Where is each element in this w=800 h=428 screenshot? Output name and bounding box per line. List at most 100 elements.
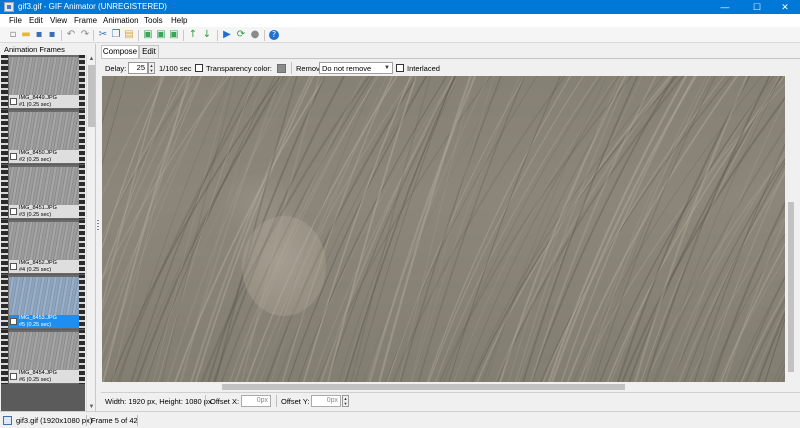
film-strip-right: [79, 330, 85, 384]
horizontal-scrollbar[interactable]: [102, 382, 785, 392]
window-title: gif3.gif - GIF Animator (UNREGISTERED): [18, 2, 167, 11]
menu-help[interactable]: Help: [171, 16, 187, 26]
insert-frame-icon[interactable]: ▣: [155, 28, 167, 41]
panel-splitter[interactable]: [96, 44, 101, 412]
status-bar: gif3.gif (1920x1080 px) Frame 5 of 42: [0, 411, 800, 428]
frame-checkbox[interactable]: [10, 373, 17, 380]
paste-icon[interactable]: ▤: [123, 28, 135, 41]
toolbar: ▫ ▬ ▪ ▪ ↶ ↷ ✂ ❐ ▤ ▣ ▣ ▣ ↑ ↓ ▶ ⟳ ●?: [0, 27, 800, 43]
open-folder-icon[interactable]: ▬: [20, 28, 32, 41]
surface-mark: [242, 216, 326, 316]
offset-x-input[interactable]: 0px: [241, 395, 271, 407]
save-icon[interactable]: ▪: [33, 28, 45, 41]
frames-scrollbar[interactable]: ▲ ▼: [86, 55, 95, 412]
offset-x-label: Offset X:: [210, 397, 240, 406]
play-icon[interactable]: ▶: [221, 28, 233, 41]
menu-frame[interactable]: Frame: [74, 16, 97, 26]
minimize-button[interactable]: —: [710, 0, 740, 14]
delay-spinner[interactable]: ▲ ▼: [148, 62, 155, 74]
film-strip-left: [1, 275, 8, 329]
menu-file[interactable]: File: [9, 16, 22, 26]
frame-item[interactable]: IMG_8454.JPG #6 (0.25 sec): [1, 330, 85, 384]
redo-icon[interactable]: ↷: [79, 28, 91, 41]
interlaced-checkbox[interactable]: [396, 64, 404, 72]
frame-duration: #3 (0.25 sec): [19, 211, 52, 218]
menu-edit[interactable]: Edit: [29, 16, 43, 26]
frame-thumbnail: [9, 277, 79, 315]
menu-animation[interactable]: Animation: [103, 16, 139, 26]
film-strip-right: [79, 165, 85, 219]
new-icon[interactable]: ▫: [7, 28, 19, 41]
transparency-checkbox[interactable]: [195, 64, 203, 72]
frame-checkbox[interactable]: [10, 318, 17, 325]
menu-bar: File Edit View Frame Animation Tools Hel…: [0, 14, 800, 27]
frame-checkbox[interactable]: [10, 208, 17, 215]
close-button[interactable]: ✕: [770, 0, 800, 14]
splitter-grip-icon: [97, 220, 99, 232]
film-strip-left: [1, 330, 8, 384]
frame-checkbox[interactable]: [10, 153, 17, 160]
tab-compose[interactable]: Compose: [101, 45, 139, 58]
move-down-icon[interactable]: ↓: [201, 28, 213, 41]
maximize-button[interactable]: ☐: [742, 0, 772, 14]
texture-streak: [362, 76, 506, 382]
texture-streak: [494, 76, 674, 382]
undo-icon[interactable]: ↶: [65, 28, 77, 41]
frame-duration: #5 (0.25 sec): [19, 321, 52, 328]
editor-tabs: Compose Edit: [101, 45, 800, 58]
frame-duration: #2 (0.25 sec): [19, 156, 52, 163]
frame-preview-canvas[interactable]: [102, 76, 785, 382]
frame-checkbox[interactable]: [10, 98, 17, 105]
transparency-color-swatch[interactable]: [277, 64, 286, 73]
delete-frame-icon[interactable]: ▣: [168, 28, 180, 41]
texture-streak: [453, 76, 617, 382]
texture-streak: [711, 200, 785, 382]
horizontal-scroll-thumb[interactable]: [222, 384, 625, 390]
frame-item[interactable]: IMG_8451.JPG #3 (0.25 sec): [1, 165, 85, 219]
options-divider: [291, 62, 292, 74]
toolbar-separator: [217, 30, 218, 41]
frame-item[interactable]: IMG_8450.JPG #2 (0.25 sec): [1, 110, 85, 164]
frames-panel-title: Animation Frames: [4, 45, 65, 54]
delay-input[interactable]: 25: [128, 62, 148, 74]
loop-icon[interactable]: ⟳: [235, 28, 247, 41]
frame-item[interactable]: IMG_8452.JPG #4 (0.25 sec): [1, 220, 85, 274]
offset-y-spinner[interactable]: ▲ ▼: [342, 395, 349, 407]
gif-file-icon: [3, 416, 12, 425]
delay-label: Delay:: [105, 64, 127, 73]
menu-view[interactable]: View: [50, 16, 67, 26]
scroll-up-icon[interactable]: ▲: [87, 55, 96, 64]
copy-icon[interactable]: ❐: [110, 28, 122, 41]
frame-checkbox[interactable]: [10, 263, 17, 270]
add-frame-icon[interactable]: ▣: [142, 28, 154, 41]
offset-y-input[interactable]: 0px: [311, 395, 341, 407]
save-as-icon[interactable]: ▪: [46, 28, 58, 41]
app-icon: [4, 2, 14, 12]
tab-edit[interactable]: Edit: [139, 45, 159, 58]
title-bar: gif3.gif - GIF Animator (UNREGISTERED) —…: [0, 0, 800, 14]
menu-tools[interactable]: Tools: [144, 16, 163, 26]
cut-icon[interactable]: ✂: [97, 28, 109, 41]
frame-item[interactable]: IMG_8453.JPG #5 (0.25 sec): [1, 275, 85, 329]
toolbar-separator: [138, 30, 139, 41]
frame-thumbnail: [9, 57, 79, 95]
frame-thumbnail: [9, 332, 79, 370]
toolbar-separator: [61, 30, 62, 41]
removal-dropdown[interactable]: Do not remove ▼: [319, 62, 393, 74]
frame-thumbnail: [9, 112, 79, 150]
toolbar-separator: [93, 30, 94, 41]
film-strip-left: [1, 55, 8, 109]
film-strip-left: [1, 110, 8, 164]
frame-item[interactable]: IMG_8449.JPG #1 (0.25 sec): [1, 55, 85, 109]
frames-scroll-thumb[interactable]: [88, 65, 95, 127]
frames-panel: Animation Frames IMG_8449.JPG #1 (0.25 se…: [0, 44, 96, 412]
frame-duration: #4 (0.25 sec): [19, 266, 52, 273]
frame-thumbnail: [9, 167, 79, 205]
frame-duration: #6 (0.25 sec): [19, 376, 52, 383]
help-icon[interactable]: ?: [269, 30, 279, 40]
stop-icon[interactable]: ●: [249, 28, 261, 41]
vertical-scroll-thumb[interactable]: [788, 202, 794, 372]
vertical-scrollbar[interactable]: [785, 76, 797, 382]
texture-streak: [616, 76, 751, 382]
move-up-icon[interactable]: ↑: [187, 28, 199, 41]
